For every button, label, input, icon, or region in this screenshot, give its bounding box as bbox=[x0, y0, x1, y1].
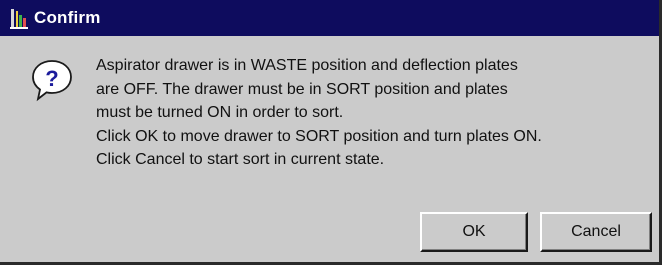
dialog-body: ? Aspirator drawer is in WASTE position … bbox=[0, 36, 659, 262]
message-line: must be turned ON in order to sort. bbox=[96, 104, 344, 121]
message-text: Aspirator drawer is in WASTE position an… bbox=[96, 54, 651, 172]
confirm-dialog: Confirm ? Aspirator drawer is in WASTE p… bbox=[0, 0, 662, 265]
message-line: are OFF. The drawer must be in SORT posi… bbox=[96, 80, 508, 98]
svg-text:?: ? bbox=[45, 66, 58, 91]
title-bar[interactable]: Confirm bbox=[0, 0, 659, 36]
cancel-button[interactable]: Cancel bbox=[540, 212, 652, 252]
message-line: Click Cancel to start sort in current st… bbox=[96, 151, 385, 168]
ok-button[interactable]: OK bbox=[420, 212, 528, 252]
question-icon: ? bbox=[30, 58, 74, 102]
application-icon bbox=[10, 7, 30, 29]
message-line: Aspirator drawer is in WASTE position an… bbox=[96, 57, 518, 74]
window-title: Confirm bbox=[34, 8, 101, 27]
message-line: Click OK to move drawer to SORT position… bbox=[96, 127, 542, 145]
